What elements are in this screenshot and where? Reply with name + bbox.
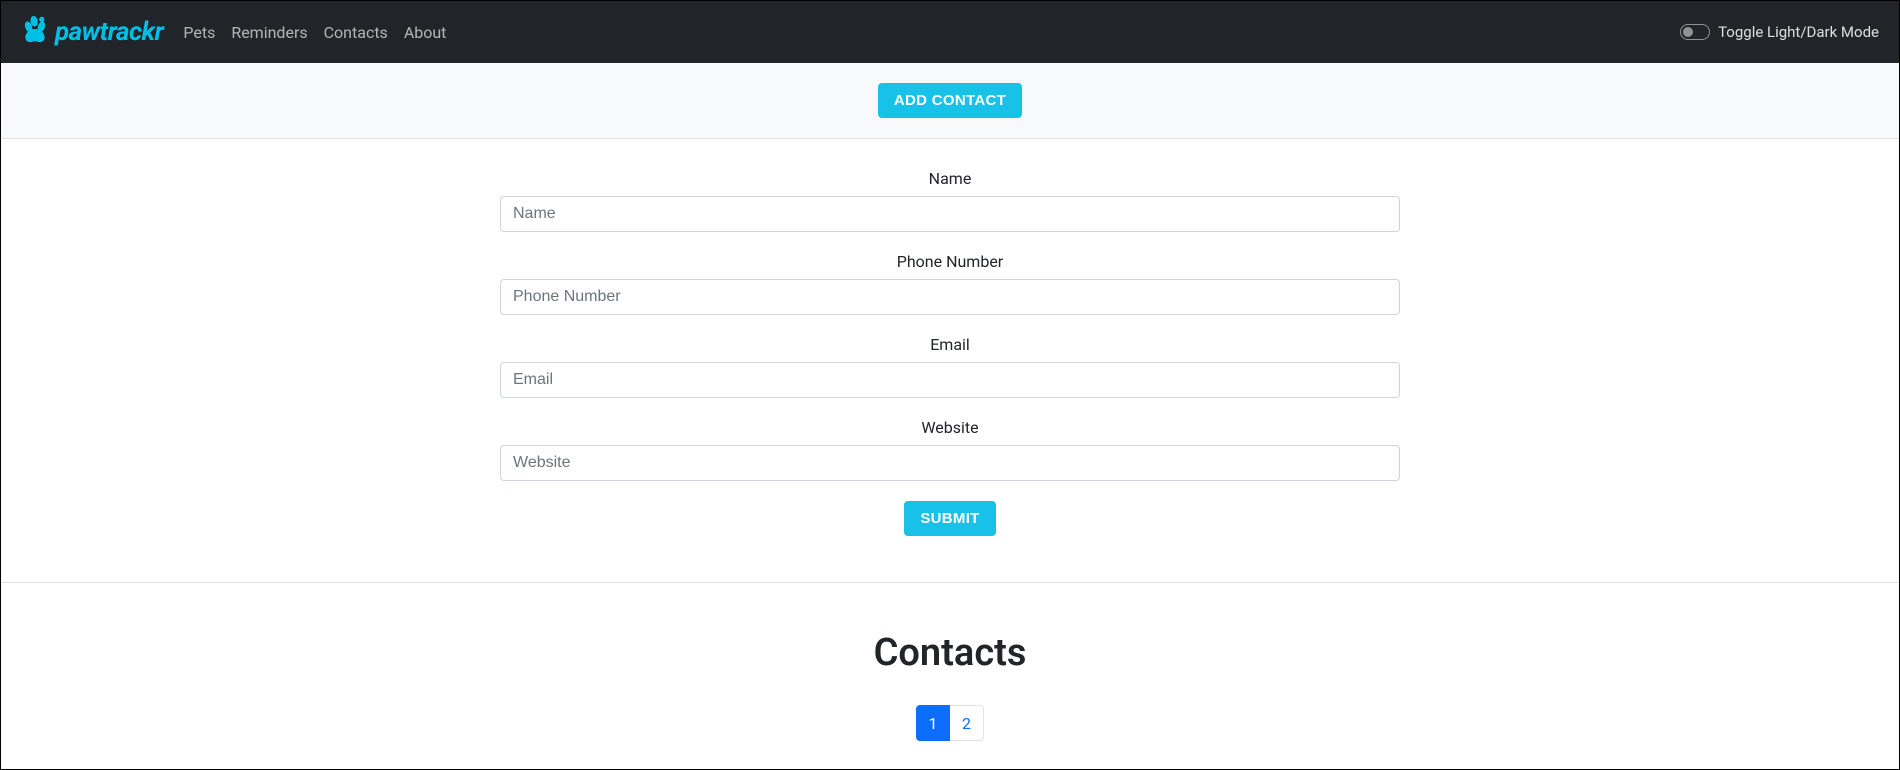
contacts-section: Contacts 1 2 — [1, 583, 1899, 765]
phone-label: Phone Number — [500, 252, 1400, 271]
toggle-knob — [1683, 27, 1693, 37]
paw-icon — [21, 15, 55, 50]
brand-link[interactable]: pawtrackr — [21, 15, 163, 50]
theme-toggle-label: Toggle Light/Dark Mode — [1718, 23, 1879, 41]
navbar: pawtrackr Pets Reminders Contacts About … — [1, 1, 1899, 63]
form-group-name: Name — [500, 169, 1400, 232]
contacts-heading: Contacts — [1, 631, 1899, 675]
nav-link-contacts[interactable]: Contacts — [324, 19, 388, 46]
contact-form: Name Phone Number Email Website SUBMIT — [500, 169, 1400, 536]
add-contact-button[interactable]: ADD CONTACT — [878, 83, 1022, 118]
email-label: Email — [500, 335, 1400, 354]
submit-button[interactable]: SUBMIT — [904, 501, 995, 536]
nav-link-pets[interactable]: Pets — [183, 19, 215, 46]
page-2[interactable]: 2 — [950, 705, 984, 741]
theme-toggle-switch[interactable] — [1680, 24, 1710, 40]
add-contact-bar: ADD CONTACT — [1, 63, 1899, 139]
website-input[interactable] — [500, 445, 1400, 481]
name-label: Name — [500, 169, 1400, 188]
phone-input[interactable] — [500, 279, 1400, 315]
form-group-phone: Phone Number — [500, 252, 1400, 315]
contact-form-area: Name Phone Number Email Website SUBMIT — [1, 139, 1899, 583]
form-group-email: Email — [500, 335, 1400, 398]
email-input[interactable] — [500, 362, 1400, 398]
submit-wrap: SUBMIT — [904, 501, 995, 536]
name-input[interactable] — [500, 196, 1400, 232]
form-group-website: Website — [500, 418, 1400, 481]
nav-link-reminders[interactable]: Reminders — [231, 19, 307, 46]
pagination: 1 2 — [916, 705, 984, 741]
theme-toggle-area: Toggle Light/Dark Mode — [1680, 23, 1879, 41]
page-1[interactable]: 1 — [916, 705, 950, 741]
nav-link-about[interactable]: About — [404, 19, 447, 46]
nav-links: Pets Reminders Contacts About — [183, 19, 1680, 46]
brand-text: pawtrackr — [55, 17, 163, 47]
website-label: Website — [500, 418, 1400, 437]
